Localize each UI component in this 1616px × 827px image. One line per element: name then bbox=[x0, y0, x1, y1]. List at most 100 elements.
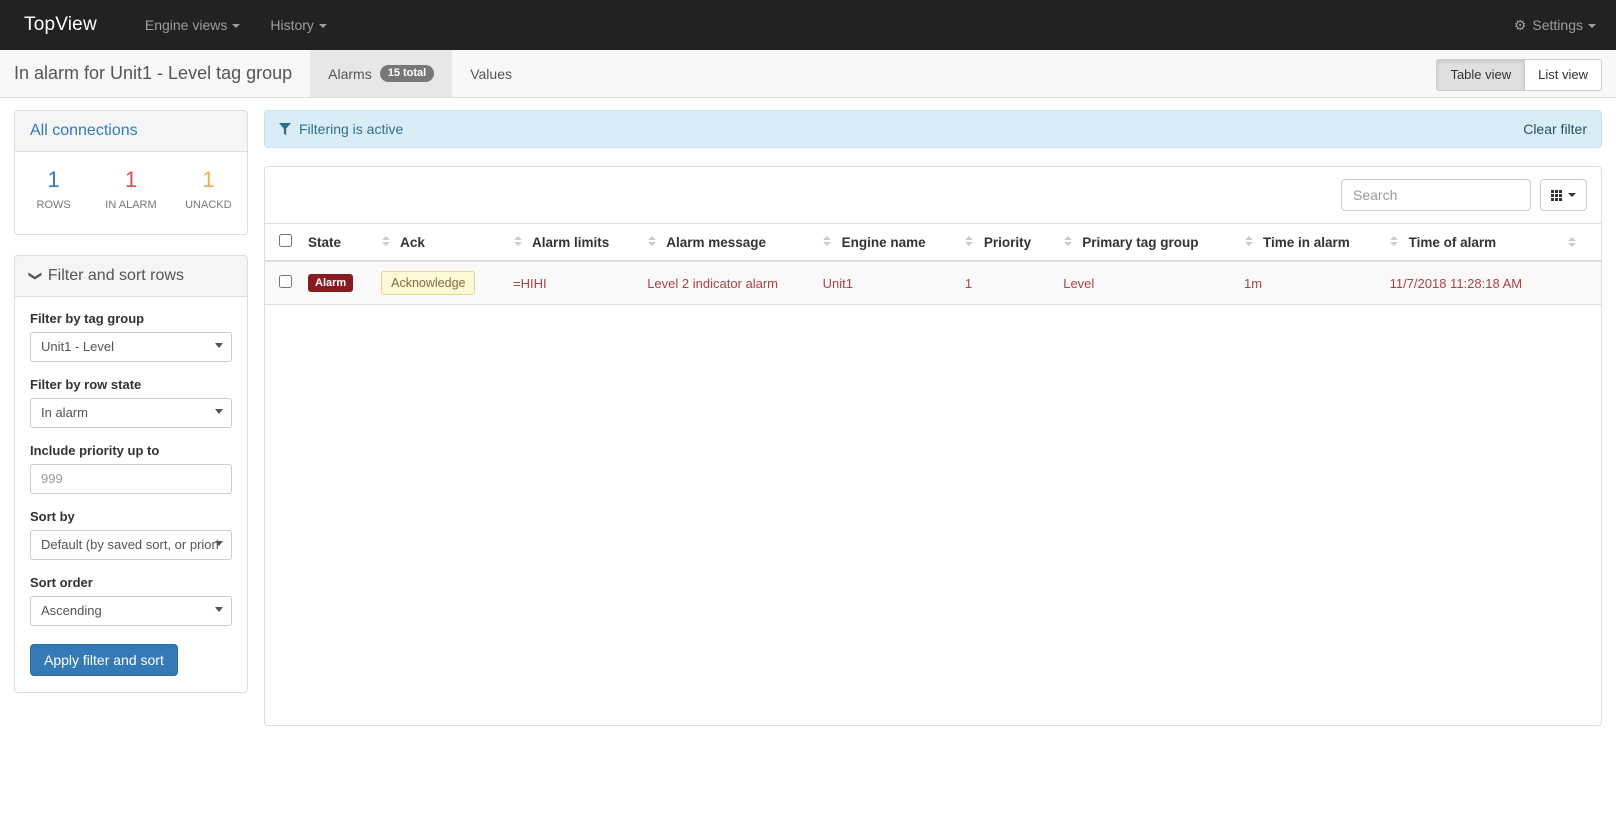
filter-panel-header[interactable]: ❯ Filter and sort rows bbox=[15, 255, 247, 297]
sort-arrows-icon bbox=[823, 236, 832, 247]
filter-panel-body: Filter by tag group Unit1 - Level Filter… bbox=[15, 297, 247, 692]
alarms-table-head: State Ack Alarm limits Alarm message Eng bbox=[265, 223, 1601, 262]
column-header-engine-name[interactable]: Engine name bbox=[814, 223, 957, 262]
stat-unackd-value: 1 bbox=[202, 167, 215, 192]
sort-by-label: Sort by bbox=[30, 508, 75, 524]
cell-priority: 1 bbox=[956, 261, 1056, 305]
tab-alarms[interactable]: Alarms 15 total bbox=[310, 50, 453, 97]
stat-rows-value: 1 bbox=[47, 167, 60, 192]
view-toggle-group: Table view List view bbox=[1436, 59, 1602, 92]
acknowledge-button[interactable]: Acknowledge bbox=[381, 271, 476, 295]
table-header-row: State Ack Alarm limits Alarm message Eng bbox=[265, 223, 1601, 262]
column-header-priority[interactable]: Priority bbox=[956, 223, 1056, 262]
cell-alarm-limits: =HIHI bbox=[505, 261, 640, 305]
include-priority-label: Include priority up to bbox=[30, 442, 160, 458]
field-filter-by-row-state: Filter by row state In alarm bbox=[30, 377, 232, 428]
main-content: Filtering is active Clear filter Search … bbox=[264, 110, 1602, 726]
top-navbar: TopView Engine views History ⚙ Settings bbox=[0, 0, 1616, 50]
tab-values[interactable]: Values bbox=[452, 50, 530, 97]
row-select-cell bbox=[265, 261, 300, 305]
tab-alarms-label: Alarms bbox=[328, 65, 372, 82]
nav-item-history[interactable]: History bbox=[255, 0, 342, 50]
nav-item-engine-views[interactable]: Engine views bbox=[130, 0, 256, 50]
search-input[interactable] bbox=[1341, 179, 1531, 211]
sort-arrows-icon bbox=[1390, 236, 1399, 247]
settings-label: Settings bbox=[1532, 17, 1583, 33]
cell-alarm-message: Level 2 indicator alarm bbox=[639, 261, 815, 305]
chevron-down-icon bbox=[318, 24, 327, 29]
column-chooser-button[interactable] bbox=[1540, 179, 1587, 211]
connections-panel-title[interactable]: All connections bbox=[15, 111, 247, 152]
field-sort-order: Sort order Ascending bbox=[30, 575, 232, 626]
sort-arrows-icon bbox=[647, 236, 656, 247]
table-view-button[interactable]: Table view bbox=[1436, 59, 1525, 92]
apply-filter-and-sort-button[interactable]: Apply filter and sort bbox=[30, 643, 178, 676]
sort-arrows-icon bbox=[1244, 236, 1253, 247]
alarms-table-panel: State Ack Alarm limits Alarm message Eng bbox=[264, 166, 1602, 726]
sort-by-select[interactable]: Default (by saved sort, or priori bbox=[30, 529, 232, 560]
select-all-header bbox=[265, 223, 300, 262]
connection-stats: 1 ROWS 1 IN ALARM 1 UNACKD bbox=[15, 152, 247, 234]
status-badge: Alarm bbox=[308, 273, 354, 293]
primary-nav: Engine views History bbox=[130, 0, 342, 50]
column-header-alarm-message[interactable]: Alarm message bbox=[639, 223, 815, 262]
sort-order-label: Sort order bbox=[30, 574, 93, 590]
filter-sort-panel: ❯ Filter and sort rows Filter by tag grou… bbox=[14, 254, 248, 693]
row-select-checkbox[interactable] bbox=[279, 275, 292, 288]
column-header-ack[interactable]: Ack bbox=[373, 223, 506, 262]
page-titlebar: In alarm for Unit1 - Level tag group Ala… bbox=[0, 50, 1616, 98]
page-title: In alarm for Unit1 - Level tag group bbox=[14, 63, 293, 83]
include-priority-input[interactable]: 999 bbox=[30, 463, 232, 494]
chevron-down-icon bbox=[1588, 24, 1596, 29]
stat-rows[interactable]: 1 ROWS bbox=[15, 166, 92, 214]
column-header-primary-tag-group[interactable]: Primary tag group bbox=[1055, 223, 1237, 262]
chevron-down-icon bbox=[1568, 193, 1576, 197]
clear-filter-link[interactable]: Clear filter bbox=[1523, 121, 1587, 137]
filter-tag-group-label: Filter by tag group bbox=[30, 310, 145, 326]
column-header-time-of-alarm[interactable]: Time of alarm bbox=[1381, 223, 1560, 262]
sort-arrows-icon bbox=[1567, 236, 1576, 247]
settings-menu[interactable]: ⚙ Settings bbox=[1514, 0, 1596, 50]
sort-arrows-icon bbox=[381, 236, 390, 247]
sort-order-select[interactable]: Ascending bbox=[30, 595, 232, 626]
sort-arrows-icon bbox=[1063, 236, 1072, 247]
chevron-down-icon: ❯ bbox=[28, 270, 44, 281]
filter-panel-title: Filter and sort rows bbox=[47, 266, 184, 284]
select-all-checkbox[interactable] bbox=[279, 234, 292, 247]
cell-ack: Acknowledge bbox=[373, 261, 506, 305]
column-header-state[interactable]: State bbox=[300, 223, 374, 262]
filter-tag-group-select[interactable]: Unit1 - Level bbox=[30, 331, 232, 362]
cell-state: Alarm bbox=[300, 261, 374, 305]
filter-active-alert: Filtering is active Clear filter bbox=[264, 110, 1602, 148]
sort-arrows-icon bbox=[513, 236, 522, 247]
tab-alarms-badge: 15 total bbox=[379, 65, 435, 82]
stat-in-alarm-value: 1 bbox=[124, 167, 138, 192]
column-header-time-in-alarm[interactable]: Time in alarm bbox=[1236, 223, 1382, 262]
field-include-priority: Include priority up to 999 bbox=[30, 443, 232, 494]
page-body: All connections 1 ROWS 1 IN ALARM 1 UNAC… bbox=[0, 98, 1616, 726]
column-header-alarm-limits[interactable]: Alarm limits bbox=[505, 223, 640, 262]
filter-active-message: Filtering is active bbox=[299, 121, 404, 137]
table-toolbar bbox=[265, 167, 1601, 223]
table-row[interactable]: Alarm Acknowledge =HIHI Level 2 indicato… bbox=[265, 261, 1601, 305]
alarms-table: State Ack Alarm limits Alarm message Eng bbox=[265, 223, 1601, 305]
sidebar: All connections 1 ROWS 1 IN ALARM 1 UNAC… bbox=[14, 110, 248, 726]
brand-logo[interactable]: TopView bbox=[18, 14, 112, 36]
cell-time-of-alarm: 11/7/2018 11:28:18 AM bbox=[1381, 261, 1560, 305]
sort-arrows-icon bbox=[965, 236, 974, 247]
filter-active-message-group: Filtering is active bbox=[279, 121, 403, 137]
filter-funnel-icon bbox=[279, 122, 291, 136]
grid-columns-icon bbox=[1551, 189, 1562, 201]
stat-in-alarm[interactable]: 1 IN ALARM bbox=[92, 166, 169, 214]
connections-panel: All connections 1 ROWS 1 IN ALARM 1 UNAC… bbox=[14, 110, 248, 235]
stat-unackd-label: UNACKD bbox=[185, 198, 232, 211]
navbar-right-group: ⚙ Settings bbox=[1514, 0, 1596, 50]
stat-in-alarm-label: IN ALARM bbox=[105, 198, 157, 211]
cell-spacer bbox=[1559, 261, 1601, 305]
list-view-button[interactable]: List view bbox=[1524, 59, 1602, 92]
nav-item-history-label: History bbox=[270, 17, 314, 33]
field-sort-by: Sort by Default (by saved sort, or prior… bbox=[30, 509, 232, 560]
column-header-spacer bbox=[1559, 223, 1601, 262]
stat-unackd[interactable]: 1 UNACKD bbox=[170, 166, 247, 214]
filter-row-state-select[interactable]: In alarm bbox=[30, 397, 232, 428]
